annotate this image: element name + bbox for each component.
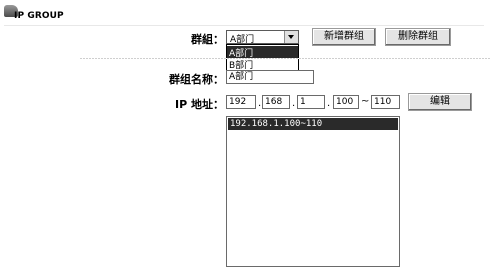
ip-range-list[interactable]: 192.168.1.100~110 <box>226 116 400 267</box>
ip-range-end-input[interactable]: 110 <box>371 95 400 109</box>
delete-group-button[interactable]: 删除群组 <box>385 28 451 46</box>
chevron-down-icon[interactable] <box>284 31 298 43</box>
ip-octet-3-input[interactable]: 1 <box>297 95 325 109</box>
group-name-input[interactable]: A部门 <box>226 70 314 84</box>
ip-dot: . <box>292 98 296 109</box>
group-name-label: 群组名称： <box>169 73 224 86</box>
ip-octet-1-input[interactable]: 192 <box>226 95 256 109</box>
group-select[interactable]: A部门 <box>226 30 299 45</box>
group-option-b[interactable]: B部门 <box>227 58 298 71</box>
ip-dot: . <box>327 98 331 109</box>
ip-range-separator: ~ <box>361 96 370 107</box>
page-title: IP GROUP <box>4 11 482 26</box>
ip-octet-4-input[interactable]: 100 <box>333 95 359 109</box>
section-divider <box>80 58 490 59</box>
add-group-button[interactable]: 新增群组 <box>312 28 376 46</box>
ip-octet-2-input[interactable]: 168 <box>262 95 290 109</box>
group-label: 群組： <box>191 33 224 46</box>
edit-button[interactable]: 编辑 <box>408 93 472 111</box>
list-item[interactable]: 192.168.1.100~110 <box>228 118 398 130</box>
ip-dot: . <box>258 98 262 109</box>
ip-address-label: IP 地址： <box>175 98 224 111</box>
group-option-a[interactable]: A部门 <box>227 46 298 59</box>
